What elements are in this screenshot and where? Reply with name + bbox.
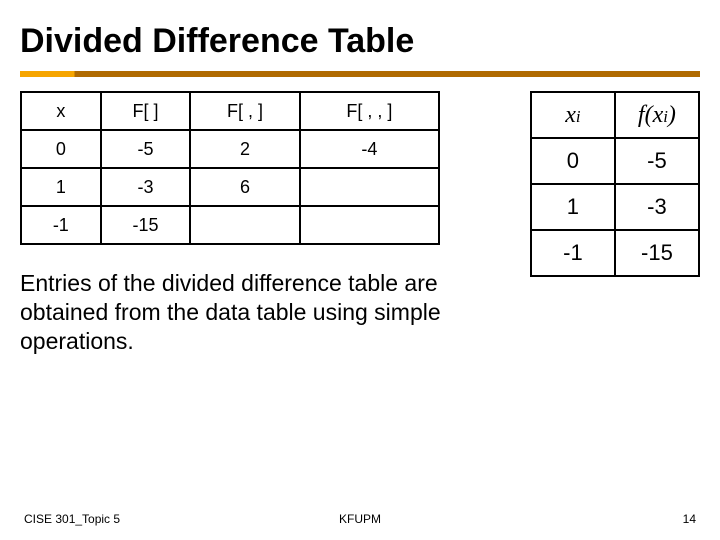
data-cell: -3	[615, 184, 699, 230]
dd-cell: 6	[190, 168, 299, 206]
footer-center: KFUPM	[339, 512, 381, 526]
table-row: 0 -5 2 -4	[21, 130, 439, 168]
table-row: -1 -15	[21, 206, 439, 244]
data-cell: 0	[531, 138, 615, 184]
dd-cell: -15	[101, 206, 191, 244]
title-underline	[20, 71, 700, 77]
table-row: 0 -5	[531, 138, 699, 184]
table-row: 1 -3	[531, 184, 699, 230]
dd-header: x	[21, 92, 101, 130]
data-cell: 1	[531, 184, 615, 230]
dd-cell	[190, 206, 299, 244]
dd-cell: -5	[101, 130, 191, 168]
data-cell: -1	[531, 230, 615, 276]
footer-page-number: 14	[683, 512, 696, 526]
footer: CISE 301_Topic 5 KFUPM 14	[0, 512, 720, 526]
table-row: -1 -15	[531, 230, 699, 276]
data-points-table: xi f(xi) 0 -5 1 -3 -1 -15	[530, 91, 700, 277]
dd-header: F[ ]	[101, 92, 191, 130]
data-header-xi: xi	[531, 92, 615, 138]
dd-header: F[ , , ]	[300, 92, 439, 130]
data-cell: -5	[615, 138, 699, 184]
page-title: Divided Difference Table	[20, 22, 700, 61]
dd-cell	[300, 168, 439, 206]
dd-cell: -1	[21, 206, 101, 244]
description-text: Entries of the divided difference table …	[20, 269, 450, 355]
dd-cell: 2	[190, 130, 299, 168]
dd-header: F[ , ]	[190, 92, 299, 130]
data-header-fxi: f(xi)	[615, 92, 699, 138]
dd-cell: 1	[21, 168, 101, 206]
divided-difference-table: x F[ ] F[ , ] F[ , , ] 0 -5 2 -4 1 -3 6 …	[20, 91, 440, 245]
dd-cell	[300, 206, 439, 244]
footer-left: CISE 301_Topic 5	[24, 512, 120, 526]
table-row: 1 -3 6	[21, 168, 439, 206]
dd-cell: 0	[21, 130, 101, 168]
dd-cell: -3	[101, 168, 191, 206]
data-cell: -15	[615, 230, 699, 276]
dd-cell: -4	[300, 130, 439, 168]
